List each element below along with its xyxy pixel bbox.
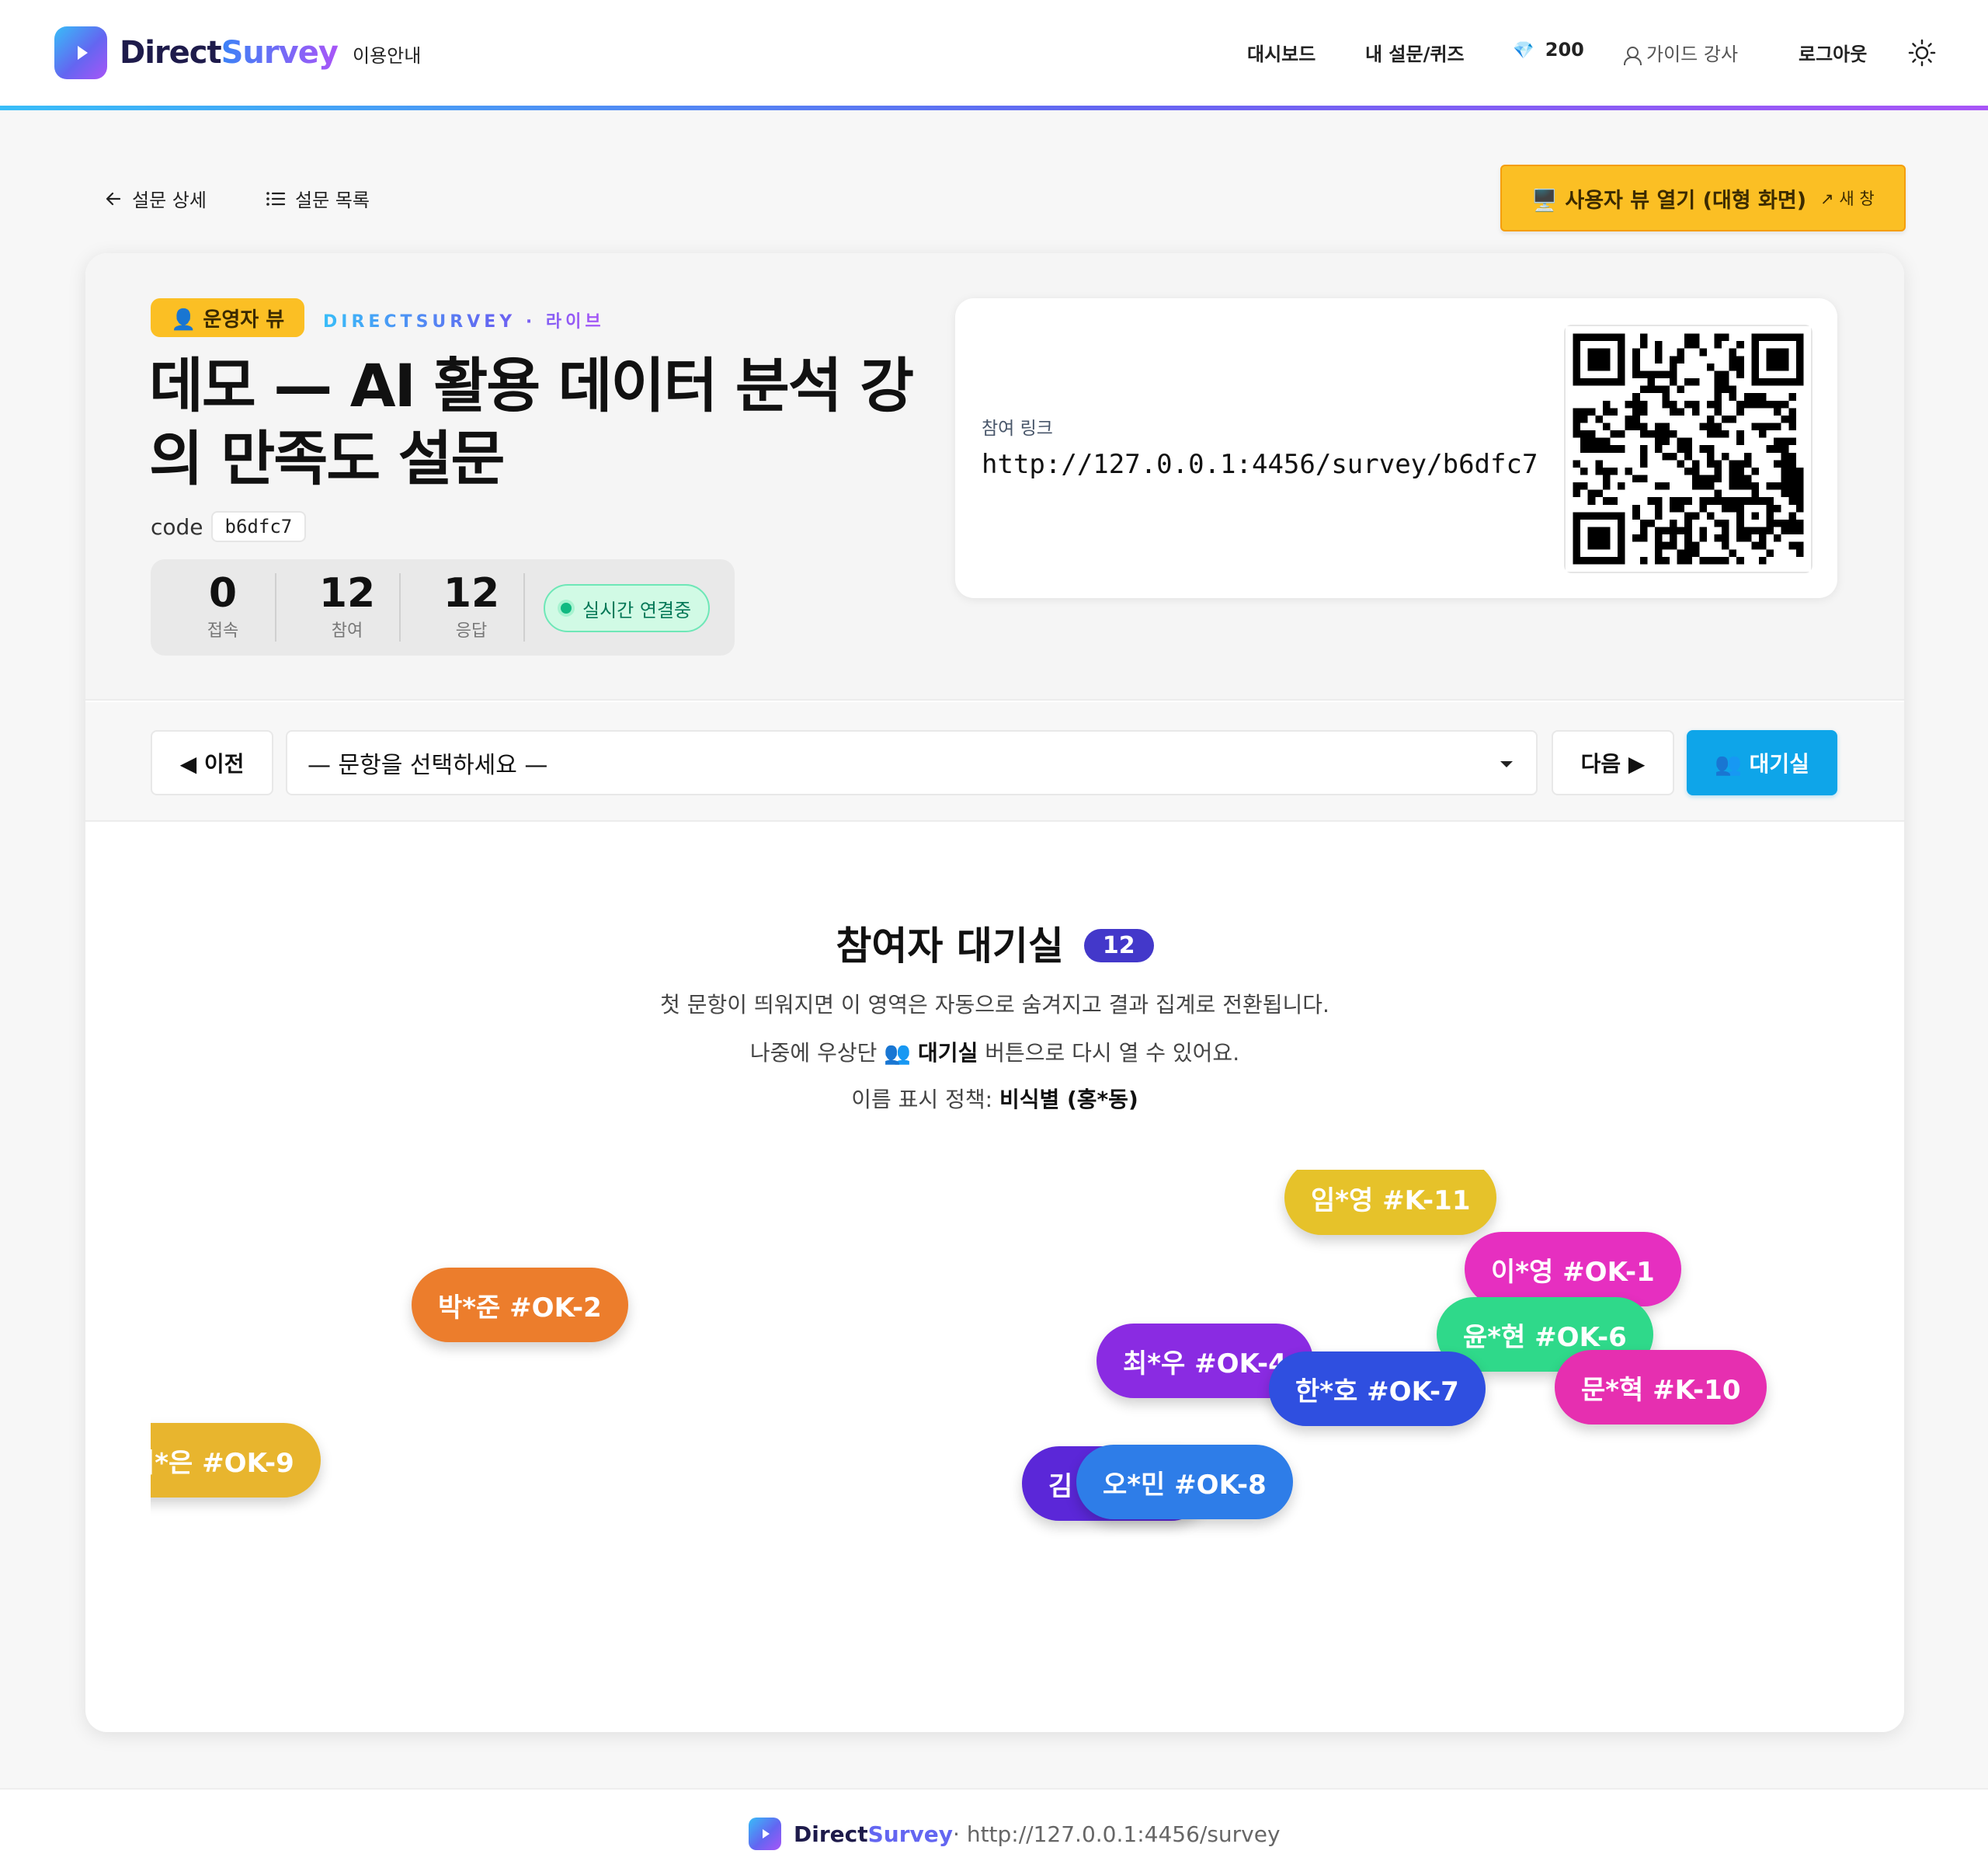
participant-bubble: 이*영 #OK-1: [1465, 1232, 1681, 1306]
question-controls: ◀ 이전 — 문항을 선택하세요 — 다음 ▶ 👥 대기실: [85, 702, 1904, 822]
desc-2-bold: 대기실: [918, 1040, 978, 1066]
participant-bubble: 오*민 #OK-8: [1076, 1445, 1293, 1519]
logo-text-survey: Survey: [221, 35, 339, 71]
live-survey-card: 👤 운영자 뷰 DIRECTSURVEY · 라이브 데모 — AI 활용 데이…: [85, 253, 1904, 1732]
logo-play-icon: [54, 26, 107, 79]
live-status-badge: 실시간 연결중: [544, 584, 711, 632]
stat-responses: 12 응답: [413, 570, 530, 642]
join-link-url[interactable]: http://127.0.0.1:4456/survey/b6dfc7: [982, 449, 1538, 480]
join-link-label: 참여 링크: [982, 419, 1053, 439]
waiting-room-desc-1: 첫 문항이 띄워지면 이 영역은 자동으로 숨겨지고 결과 집계로 전환됩니다.: [660, 992, 1329, 1018]
waiting-room-desc-2: 나중에 우상단 👥 대기실 버튼으로 다시 열 수 있어요.: [85, 1036, 1904, 1067]
desc-2-pre: 나중에 우상단 👥: [749, 1040, 919, 1066]
stat-divider: [275, 573, 276, 642]
page-footer: Direct Survey · http://127.0.0.1:4456/sur…: [0, 1788, 1988, 1875]
desc-3-bold: 비식별 (홍*동): [999, 1087, 1138, 1112]
question-select[interactable]: — 문항을 선택하세요 —: [286, 730, 1538, 795]
question-select-value: — 문항을 선택하세요 —: [308, 752, 548, 779]
logout-link[interactable]: 로그아웃: [1799, 39, 1867, 66]
live-dot-icon: [561, 603, 572, 614]
qr-code: [1564, 325, 1812, 573]
stat-participants-label: 참여: [331, 621, 363, 641]
stat-connected-value: 0: [208, 570, 238, 617]
stat-divider: [399, 573, 401, 642]
participant-bubble: 임*영 #K-11: [1284, 1170, 1497, 1235]
nav-guide-link[interactable]: 이용안내: [353, 40, 421, 68]
stat-divider: [523, 573, 525, 642]
waiting-room-button[interactable]: 👥 대기실: [1687, 730, 1837, 795]
logo-text-direct: Direct: [120, 35, 222, 71]
participant-bubble-area: 임*영 #K-11 이*영 #OK-1 박*준 #OK-2 윤*현 #OK-6 최*우 …: [151, 1170, 1839, 1698]
user-name: 가이드 강사: [1646, 43, 1739, 65]
chevron-down-icon: [1500, 761, 1513, 767]
stat-participants-value: 12: [318, 570, 376, 617]
qr-code-icon: [1566, 326, 1811, 572]
prev-question-button[interactable]: ◀ 이전: [151, 730, 273, 795]
brand-live-label: DIRECTSURVEY · 라이브: [323, 308, 605, 332]
participant-bubble: 서*은 #OK-9: [151, 1423, 321, 1498]
waiting-room-title: 참여자 대기실 12: [85, 915, 1904, 971]
credits-value: 200: [1545, 39, 1584, 61]
header-gradient-bar: [0, 106, 1988, 110]
nav-my-surveys-link[interactable]: 내 설문/퀴즈: [1365, 39, 1465, 66]
stat-connected: 0 접속: [165, 570, 281, 642]
user-menu[interactable]: 가이드 강사: [1623, 39, 1738, 66]
code-label: code: [151, 513, 203, 540]
footer-content: Direct Survey · http://127.0.0.1:4456/sur…: [749, 1818, 1281, 1850]
back-to-detail-link[interactable]: 설문 상세: [104, 185, 207, 212]
participant-bubble: 문*혁 #K-10: [1555, 1350, 1767, 1425]
logo-text: DirectSurvey: [120, 35, 339, 71]
participant-bubble: 한*호 #OK-7: [1269, 1351, 1486, 1426]
back-to-detail-label: 설문 상세: [132, 190, 207, 211]
survey-list-link[interactable]: 설문 목록: [266, 185, 370, 212]
credits-display[interactable]: 💎 200: [1513, 39, 1584, 61]
survey-list-label: 설문 목록: [295, 190, 370, 211]
next-question-button[interactable]: 다음 ▶: [1552, 730, 1674, 795]
user-icon: [1623, 45, 1642, 65]
footer-logo-icon: [749, 1818, 781, 1850]
waiting-room-title-text: 참여자 대기실: [836, 924, 1064, 969]
footer-brand-direct: Direct: [794, 1821, 868, 1847]
new-window-label: ↗ 새 창: [1820, 190, 1875, 208]
stat-responses-label: 응답: [455, 621, 488, 641]
survey-code: code b6dfc7: [151, 511, 307, 542]
waiting-room-count-badge: 12: [1083, 929, 1154, 962]
footer-url: · http://127.0.0.1:4456/survey: [953, 1821, 1281, 1847]
desc-2-post: 버튼으로 다시 열 수 있어요.: [978, 1040, 1240, 1066]
diamond-icon: 💎: [1513, 41, 1534, 61]
stats-panel: 0 접속 12 참여 12 응답 실시간 연결중: [151, 559, 735, 656]
open-user-view-label: 🖥️ 사용자 뷰 열기 (대형 화면): [1531, 188, 1807, 213]
operator-view-badge: 👤 운영자 뷰: [151, 298, 305, 337]
stat-responses-value: 12: [443, 570, 500, 617]
footer-brand-survey: Survey: [867, 1821, 954, 1847]
arrow-left-icon: [106, 192, 121, 205]
top-navbar: DirectSurvey 이용안내 대시보드 내 설문/퀴즈 💎 200 가이드…: [0, 0, 1988, 106]
survey-title: 데모 — AI 활용 데이터 분석 강의 만족도 설문: [149, 351, 914, 493]
stat-participants: 12 참여: [289, 570, 405, 642]
waiting-room-desc-3: 이름 표시 정책: 비식별 (홍*동): [85, 1083, 1904, 1114]
join-link-panel: 참여 링크 http://127.0.0.1:4456/survey/b6dfc…: [955, 298, 1837, 598]
stat-connected-label: 접속: [207, 621, 239, 641]
sun-icon[interactable]: [1908, 39, 1936, 67]
app-logo[interactable]: DirectSurvey: [54, 26, 339, 79]
list-icon: [266, 191, 286, 206]
code-value: b6dfc7: [210, 511, 307, 542]
open-user-view-button[interactable]: 🖥️ 사용자 뷰 열기 (대형 화면) ↗ 새 창: [1500, 165, 1906, 231]
participant-bubble: 박*준 #OK-2: [412, 1268, 628, 1342]
survey-header-panel: 👤 운영자 뷰 DIRECTSURVEY · 라이브 데모 — AI 활용 데이…: [85, 253, 1904, 701]
desc-3-pre: 이름 표시 정책:: [851, 1087, 999, 1112]
nav-dashboard-link[interactable]: 대시보드: [1247, 39, 1315, 66]
live-status-label: 실시간 연결중: [582, 599, 692, 621]
